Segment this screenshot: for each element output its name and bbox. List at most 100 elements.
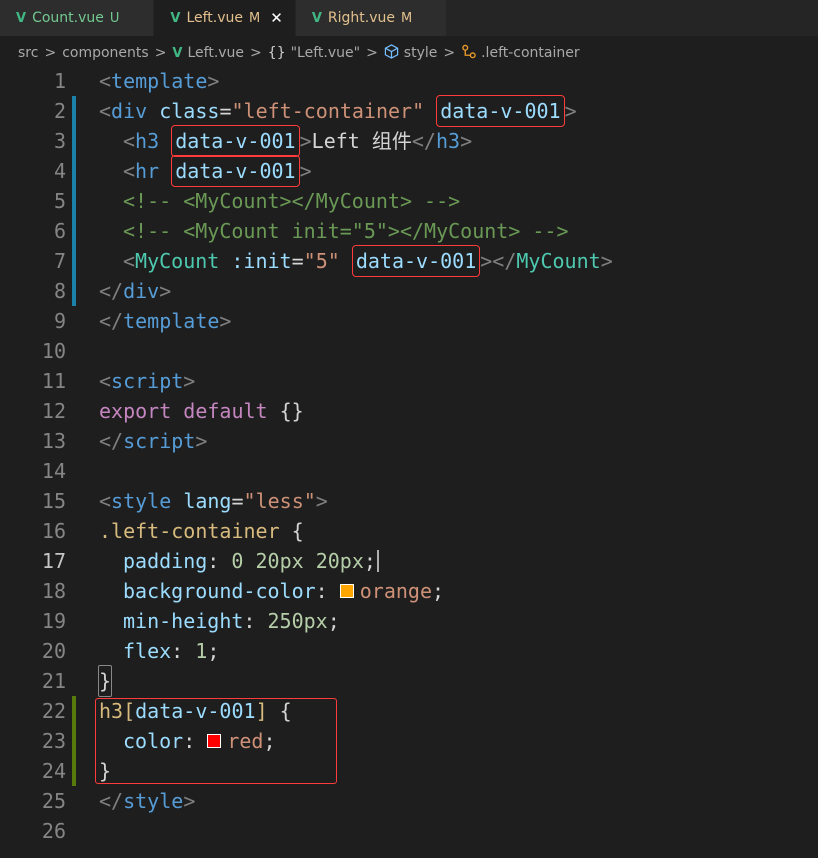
token: < [123,249,136,273]
token: = [219,99,232,123]
tab-count-vue[interactable]: V Count.vue U [0,0,155,36]
line-number: 6 [53,219,66,243]
tab-right-vue[interactable]: V Right.vue M [295,0,448,36]
line-number: 21 [41,669,66,693]
code-line: 5 <!-- <MyCount></MyCount> --> [0,186,818,216]
token: < [99,369,112,393]
breadcrumb-separator: > [44,45,57,61]
breadcrumb-file[interactable]: V Left.vue [172,45,244,61]
breadcrumb-separator: > [366,45,378,61]
token: 0 [231,549,244,573]
scoped-attribute-highlight: data-v-001 [171,125,300,157]
vue-file-icon: V [172,45,183,61]
scoped-style-highlight-box [95,698,337,784]
breadcrumb-separator: > [250,45,262,61]
token: hr [135,159,160,183]
tab-left-vue[interactable]: V Left.vue M ✕ [154,0,296,36]
token: .left-container [99,519,280,543]
token: > [183,369,196,393]
git-status-badge: U [109,10,120,26]
code-line: 8 </div > [0,276,818,306]
code-line: 9 </template > [0,306,818,336]
token: : [315,579,328,603]
code-line: 10 [0,336,818,366]
token: orange [359,579,432,603]
token: ; [432,579,445,603]
token: : [171,639,184,663]
vue-file-icon: V [16,10,27,26]
line-number: 9 [53,309,66,333]
breadcrumb-component-label: "Left.vue" [290,45,361,61]
token: < [123,129,136,153]
line-number: 26 [41,819,66,843]
token: flex [123,639,172,663]
token: style [111,489,172,513]
breadcrumb-components[interactable]: components [62,45,149,61]
breadcrumb-component[interactable]: {} "Left.vue" [268,45,360,61]
token: div [111,99,148,123]
code-line-current: 17 padding: 0 20px 20px; [0,546,818,576]
token: > [219,309,232,333]
code-line: 12 export default {} [0,396,818,426]
line-number: 7 [53,249,66,273]
cube-icon [384,43,399,63]
code-line: 1 < template > [0,66,818,96]
line-number: 19 [41,609,66,633]
token: > [207,69,220,93]
token: "5" [303,249,340,273]
token: background-color [123,579,316,603]
line-number: 3 [53,129,66,153]
braces-icon: {} [267,45,286,61]
code-editor[interactable]: 1 < template > 2 < div class = "left-containe… [0,66,818,858]
token: div [123,279,160,303]
line-number: 11 [41,369,66,393]
git-modified-marker [72,276,76,306]
tab-label: Right.vue [327,10,395,26]
token: = [291,249,304,273]
token: MyCount [516,249,601,273]
breadcrumb-selector[interactable]: .left-container [461,44,580,63]
token: style [123,789,184,813]
line-number: 17 [41,549,66,573]
git-added-marker [72,756,76,786]
breadcrumb-src[interactable]: src [18,45,38,61]
line-number: 13 [41,429,66,453]
code-line: 18 background-color: orange; [0,576,818,606]
line-number: 25 [41,789,66,813]
line-number: 4 [53,159,66,183]
breadcrumb-separator: > [154,45,167,61]
token: = [231,489,244,513]
token: </ [99,429,124,453]
token: MyCount [135,249,220,273]
line-number: 20 [41,639,66,663]
breadcrumb: src > components > V Left.vue > {} "Left… [0,36,818,70]
code-line: 4 < hr data-v-001 > [0,155,818,187]
git-modified-marker [72,216,76,246]
git-modified-marker [72,186,76,216]
token: > [299,159,312,183]
breadcrumb-style[interactable]: style [384,43,437,63]
line-number: 10 [41,339,66,363]
token: default [183,399,268,423]
token: template [111,69,208,93]
code-line: 2 < div class = "left-container" data-v-001… [0,95,818,127]
line-number: 2 [53,99,66,123]
token: > [299,129,312,153]
line-number: 12 [41,399,66,423]
code-line: 25 </style > [0,786,818,816]
code-line: 16 .left-container { [0,516,818,546]
git-status-badge: M [249,10,261,26]
code-line: 6 <!-- <MyCount init="5"></MyCount> --> [0,216,818,246]
comment-token: <!-- <MyCount init="5"></MyCount> --> [123,219,569,243]
token: </ [492,249,517,273]
token: > [600,249,613,273]
token: ; [207,639,220,663]
color-swatch-orange[interactable] [339,584,354,598]
token: 20px [315,549,364,573]
breadcrumb-selector-label: .left-container [481,45,580,61]
token: lang [183,489,232,513]
line-number: 24 [41,759,66,783]
token: script [111,369,184,393]
text-cursor [376,550,379,572]
close-icon[interactable]: ✕ [270,9,283,27]
